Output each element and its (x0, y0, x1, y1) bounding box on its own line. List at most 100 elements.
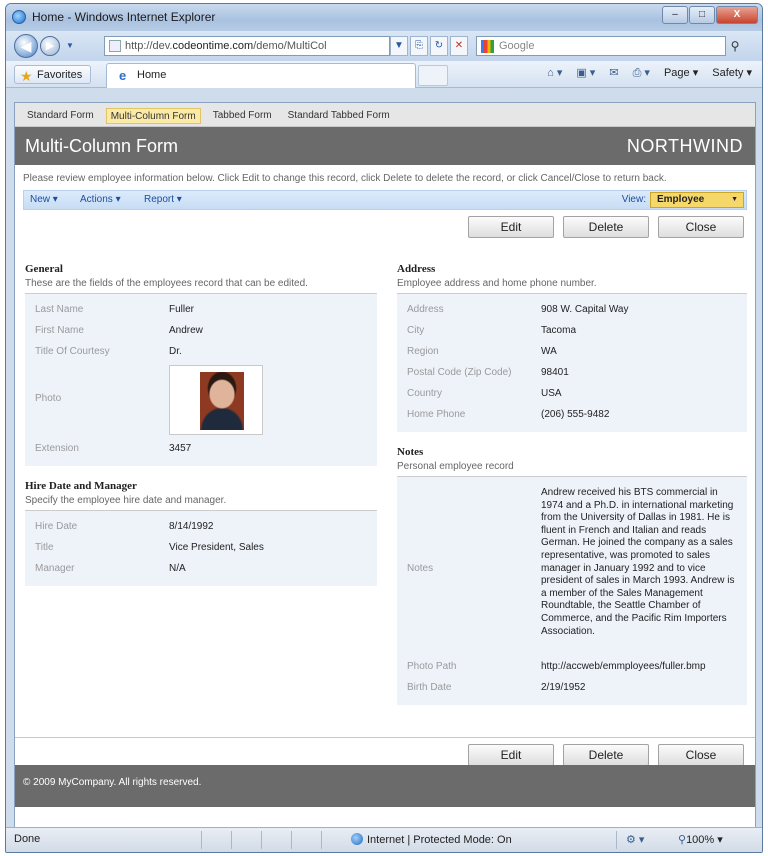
home-icon[interactable]: ⌂ ▾ (547, 66, 562, 80)
hire-title: Hire Date and Manager (25, 480, 137, 492)
tab-multi-column-form[interactable]: Multi-Column Form (105, 108, 201, 124)
maximize-button[interactable]: □ (689, 6, 715, 24)
actions-menu[interactable]: Actions ▾ (80, 194, 121, 205)
field-country: Country USA (397, 384, 747, 405)
page-menu[interactable]: Page ▾ (664, 66, 698, 80)
address-input[interactable]: http://dev.codeontime.com/demo/MultiCol (104, 36, 390, 56)
edit-button-top[interactable]: Edit (468, 216, 554, 238)
field-value: 98401 (541, 367, 569, 378)
edit-button-bottom[interactable]: Edit (468, 744, 554, 766)
hire-fields: Hire Date 8/14/1992 Title Vice President… (25, 511, 377, 586)
window-title: Home - Windows Internet Explorer (32, 10, 216, 24)
page-title: Multi-Column Form (25, 136, 179, 156)
back-button[interactable]: ◀ (14, 34, 38, 58)
favorites-button[interactable]: ★ Favorites (14, 65, 92, 84)
tab-tabbed-form[interactable]: Tabbed Form (209, 108, 276, 124)
new-menu[interactable]: New ▾ (30, 194, 58, 205)
field-value: 908 W. Capital Way (541, 304, 629, 315)
report-menu[interactable]: Report ▾ (144, 194, 182, 205)
close-button-bottom[interactable]: Close (658, 744, 744, 766)
refresh-icon[interactable]: ↻ (430, 36, 448, 56)
left-column: General These are the fields of the empl… (25, 263, 377, 586)
general-title: General (25, 263, 63, 275)
search-input[interactable]: Google ⚲ (476, 36, 739, 56)
field-label: Manager (35, 563, 75, 574)
stop-icon[interactable]: ✕ (450, 36, 468, 56)
mail-icon[interactable]: ✉ (609, 66, 618, 80)
field-label: City (407, 325, 425, 336)
zoom-control[interactable]: ⚲100% ▾ (678, 833, 723, 846)
delete-button-bottom[interactable]: Delete (563, 744, 649, 766)
compatibility-icon[interactable]: ⎘ (410, 36, 428, 56)
tab-standard-form[interactable]: Standard Form (23, 108, 98, 124)
field-last-name: Last Name Fuller (25, 300, 377, 321)
view-label: View: (621, 194, 646, 205)
tab-standard-tabbed-form[interactable]: Standard Tabbed Form (284, 108, 394, 124)
zoom-value: 100% (686, 834, 715, 846)
field-city: City Tacoma (397, 321, 747, 342)
search-icon[interactable]: ⚲ (727, 37, 743, 55)
field-region: Region WA (397, 342, 747, 363)
star-icon: ★ (20, 68, 33, 84)
delete-button-top[interactable]: Delete (563, 216, 649, 238)
url-rest: /demo/MultiCol (253, 40, 327, 52)
field-value: USA (541, 388, 562, 399)
web-page: Standard Form Multi-Column Form Tabbed F… (14, 102, 756, 829)
browser-tab-home[interactable]: e Home (106, 63, 416, 88)
field-title-of-courtesy: Title Of Courtesy Dr. (25, 342, 377, 363)
view-selector[interactable]: Employee ▼ (650, 192, 744, 208)
safety-menu[interactable]: Safety ▾ (712, 66, 752, 80)
address-dropdown-button[interactable]: ▼ (390, 36, 408, 56)
field-label: Postal Code (Zip Code) (407, 367, 512, 378)
security-zone[interactable]: Internet | Protected Mode: On (351, 833, 512, 846)
copyright-text: © 2009 MyCompany. All rights reserved. (23, 777, 202, 788)
field-label: Title Of Courtesy (35, 346, 110, 357)
field-value: Dr. (169, 346, 182, 357)
close-button-top[interactable]: Close (658, 216, 744, 238)
field-title: Title Vice President, Sales (25, 538, 377, 559)
forward-button[interactable]: ▶ (40, 36, 60, 56)
status-bar: Done Internet | Protected Mode: On ⚙ ▾ ⚲… (6, 827, 762, 852)
tab-label: Home (137, 69, 167, 81)
chevron-down-icon: ▼ (731, 196, 738, 203)
field-value: 3457 (169, 443, 192, 454)
hire-description: Specify the employee hire date and manag… (25, 495, 377, 511)
zoom-icon: ⚲ (678, 834, 687, 846)
field-value: Fuller (169, 304, 195, 315)
feeds-icon[interactable]: ▣ ▾ (576, 66, 595, 80)
close-window-button[interactable]: X (716, 6, 758, 24)
field-label: Address (407, 304, 444, 315)
field-label: Photo (35, 393, 62, 404)
field-value: 2/19/1952 (541, 682, 586, 693)
page-tab-bar: Standard Form Multi-Column Form Tabbed F… (15, 103, 755, 127)
status-text: Done (14, 833, 41, 845)
brand-name: NORTHWIND (626, 136, 743, 156)
settings-icon[interactable]: ⚙ ▾ (626, 833, 644, 846)
field-notes: Notes Andrew received his BTS commercial… (397, 483, 747, 657)
field-label: Last Name (35, 304, 84, 315)
notes-title: Notes (397, 446, 424, 458)
field-value: Andrew (169, 325, 203, 336)
field-manager: Manager N/A (25, 559, 377, 580)
view-value: Employee (657, 194, 705, 205)
minimize-button[interactable]: – (662, 6, 688, 24)
field-hire-date: Hire Date 8/14/1992 (25, 517, 377, 538)
new-tab-button[interactable] (418, 65, 448, 86)
google-icon (481, 40, 494, 53)
field-value: N/A (169, 563, 186, 574)
recent-pages-dropdown[interactable]: ▼ (66, 41, 74, 50)
ie-tab-icon: e (119, 68, 127, 83)
field-label: Extension (35, 443, 79, 454)
print-icon[interactable]: ⎙ ▾ (633, 66, 650, 80)
field-postal-code: Postal Code (Zip Code) 98401 (397, 363, 747, 384)
field-address: Address 908 W. Capital Way (397, 300, 747, 321)
employee-photo (169, 365, 263, 435)
right-column: Address Employee address and home phone … (397, 263, 747, 705)
address-row: ◀ ▶ ▼ http://dev.codeontime.com/demo/Mul… (6, 31, 762, 61)
bottom-divider (15, 737, 755, 738)
globe-icon (351, 833, 363, 845)
favorites-label: Favorites (37, 69, 83, 81)
portrait-image (200, 372, 244, 430)
field-label: Notes (407, 563, 434, 574)
title-bar: Home - Windows Internet Explorer – □ X (6, 4, 762, 31)
